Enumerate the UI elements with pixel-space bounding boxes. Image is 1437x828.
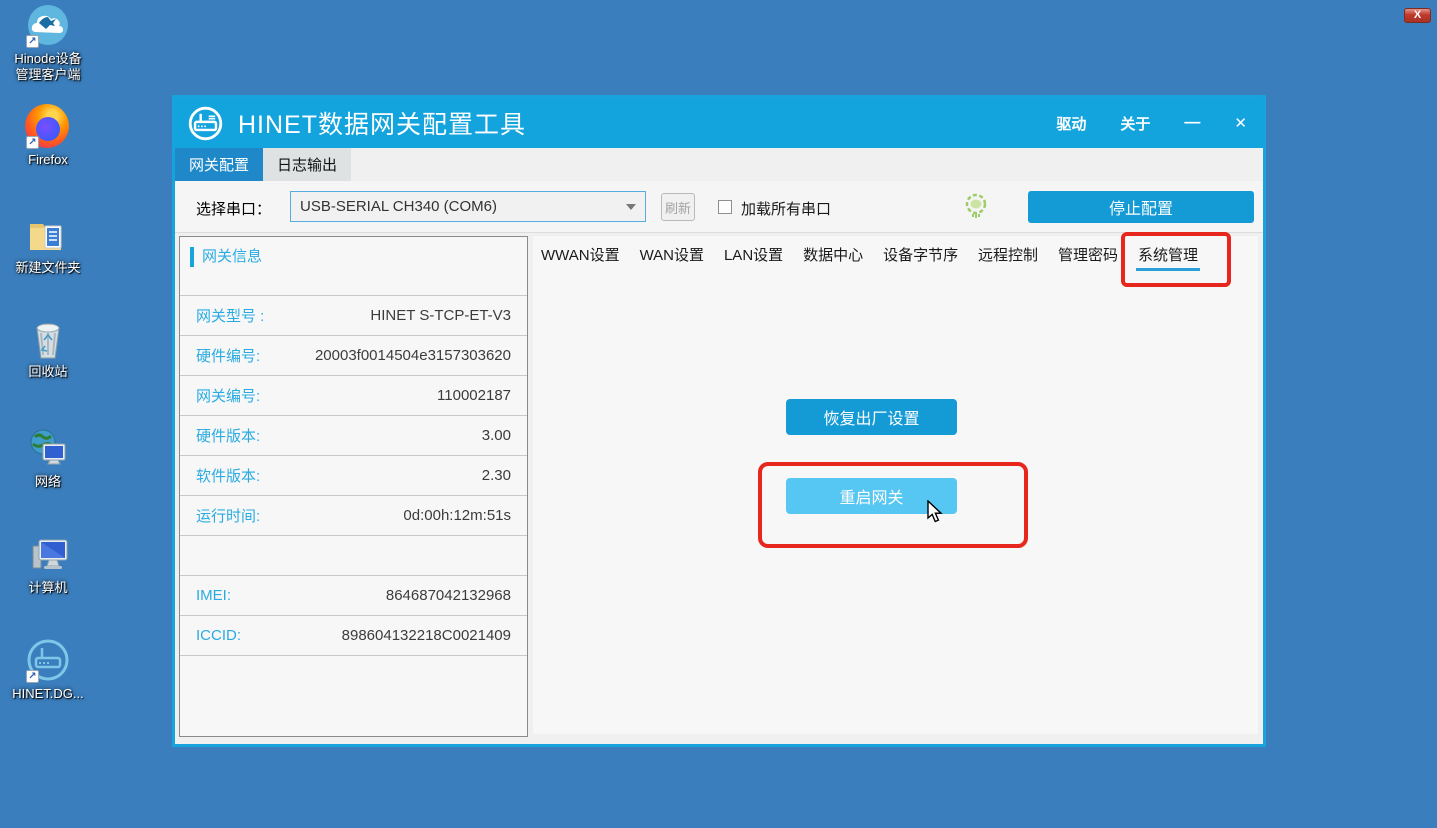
tab-wwan-settings[interactable]: WWAN设置: [539, 238, 622, 271]
hinet-dg-icon: ↗: [25, 638, 71, 684]
screen-close-button[interactable]: X: [1404, 8, 1431, 23]
info-row-iccid: ICCID: 898604132218C0021409: [180, 615, 527, 655]
main-tab-bar: 网关配置 日志输出: [175, 148, 1263, 181]
info-row-gateway-id: 网关编号: 110002187: [180, 375, 527, 415]
recycle-bin-icon: [25, 316, 71, 362]
about-menu-button[interactable]: 关于: [1120, 113, 1150, 134]
refresh-button[interactable]: 刷新: [661, 193, 695, 221]
shortcut-arrow-icon: ↗: [26, 670, 39, 683]
tab-remote-control[interactable]: 远程控制: [976, 238, 1040, 271]
info-row-empty: [180, 535, 527, 575]
tab-gateway-config[interactable]: 网关配置: [175, 148, 263, 181]
router-app-icon: [187, 105, 224, 142]
restart-gateway-button[interactable]: 重启网关: [786, 478, 957, 514]
tab-device-endianness[interactable]: 设备字节序: [881, 238, 960, 271]
info-row-software-version: 软件版本: 2.30: [180, 455, 527, 495]
minimize-button[interactable]: —: [1184, 118, 1200, 128]
folder-icon: [25, 212, 71, 258]
desktop-icon-label: 回收站: [0, 364, 96, 380]
desktop-icon-label: Firefox: [0, 152, 96, 168]
hinode-client-icon: ↗: [25, 3, 71, 49]
computer-icon: [25, 532, 71, 578]
accent-bar: [190, 247, 194, 267]
desktop-icon-label: Hinode设备: [0, 51, 96, 67]
driver-menu-button[interactable]: 驱动: [1056, 113, 1086, 134]
settings-panel: WWAN设置 WAN设置 LAN设置 数据中心 设备字节序 远程控制 管理密码 …: [533, 236, 1258, 734]
info-row-model: 网关型号 : HINET S-TCP-ET-V3: [180, 295, 527, 335]
gateway-info-title: 网关信息: [202, 247, 262, 267]
gateway-info-panel: 网关信息 网关型号 : HINET S-TCP-ET-V3 硬件编号: 2000…: [179, 236, 528, 737]
desktop-icon-label: HINET.DG...: [0, 686, 96, 702]
desktop-icon-hinode-client[interactable]: ↗ Hinode设备 管理客户端: [0, 3, 96, 83]
desktop-icon-new-folder[interactable]: 新建文件夹: [0, 212, 96, 276]
chevron-down-icon: [626, 204, 636, 210]
desktop-icon-computer[interactable]: 计算机: [0, 532, 96, 596]
tab-log-output[interactable]: 日志输出: [263, 148, 351, 181]
shortcut-arrow-icon: ↗: [26, 35, 39, 48]
settings-tab-bar: WWAN设置 WAN设置 LAN设置 数据中心 设备字节序 远程控制 管理密码 …: [533, 236, 1258, 273]
gateway-info-header: 网关信息: [180, 237, 527, 295]
firefox-icon: ↗: [25, 104, 71, 150]
info-row-hardware-version: 硬件版本: 3.00: [180, 415, 527, 455]
info-row-empty: [180, 655, 527, 695]
tab-system-management[interactable]: 系统管理: [1136, 238, 1200, 271]
desktop-icon-label: 新建文件夹: [0, 260, 96, 276]
desktop-icon-firefox[interactable]: ↗ Firefox: [0, 104, 96, 168]
desktop-icon-network[interactable]: 网络: [0, 426, 96, 490]
tab-data-center[interactable]: 数据中心: [801, 238, 865, 271]
serial-port-select[interactable]: USB-SERIAL CH340 (COM6): [290, 191, 646, 222]
desktop-icon-label: 管理客户端: [0, 67, 96, 83]
info-row-imei: IMEI: 864687042132968: [180, 575, 527, 615]
serial-toolbar: 选择串口： USB-SERIAL CH340 (COM6) 刷新 加载所有串口 …: [175, 181, 1263, 233]
shortcut-arrow-icon: ↗: [26, 136, 39, 149]
status-indicator-icon: [964, 193, 988, 221]
window-close-button[interactable]: ✕: [1234, 114, 1247, 132]
desktop-icon-label: 网络: [0, 474, 96, 490]
desktop-icon-recycle-bin[interactable]: 回收站: [0, 316, 96, 380]
window-body: 网关信息 网关型号 : HINET S-TCP-ET-V3 硬件编号: 2000…: [175, 234, 1263, 744]
desktop-icon-label: 计算机: [0, 580, 96, 596]
desktop-icon-hinet-dg[interactable]: ↗ HINET.DG...: [0, 638, 96, 702]
tab-lan-settings[interactable]: LAN设置: [722, 238, 785, 271]
tab-admin-password[interactable]: 管理密码: [1056, 238, 1120, 271]
window-title: HINET数据网关配置工具: [238, 105, 526, 141]
network-icon: [25, 426, 71, 472]
port-select-label: 选择串口：: [196, 198, 271, 219]
stop-config-button[interactable]: 停止配置: [1028, 191, 1254, 223]
window-titlebar: HINET数据网关配置工具 驱动 关于 — ✕: [175, 98, 1263, 148]
factory-reset-button[interactable]: 恢复出厂设置: [786, 399, 957, 435]
load-all-ports-label: 加载所有串口: [741, 198, 831, 219]
load-all-ports-checkbox[interactable]: [718, 200, 732, 214]
tab-wan-settings[interactable]: WAN设置: [638, 238, 706, 271]
info-row-uptime: 运行时间: 0d:00h:12m:51s: [180, 495, 527, 535]
serial-port-value: USB-SERIAL CH340 (COM6): [300, 198, 497, 215]
app-window: HINET数据网关配置工具 驱动 关于 — ✕ 网关配置 日志输出 选择串口： …: [172, 95, 1266, 747]
desktop: ↗ Hinode设备 管理客户端 ↗ Firefox 新建文件夹: [0, 0, 1437, 828]
info-row-hardware-id: 硬件编号: 20003f0014504e3157303620: [180, 335, 527, 375]
